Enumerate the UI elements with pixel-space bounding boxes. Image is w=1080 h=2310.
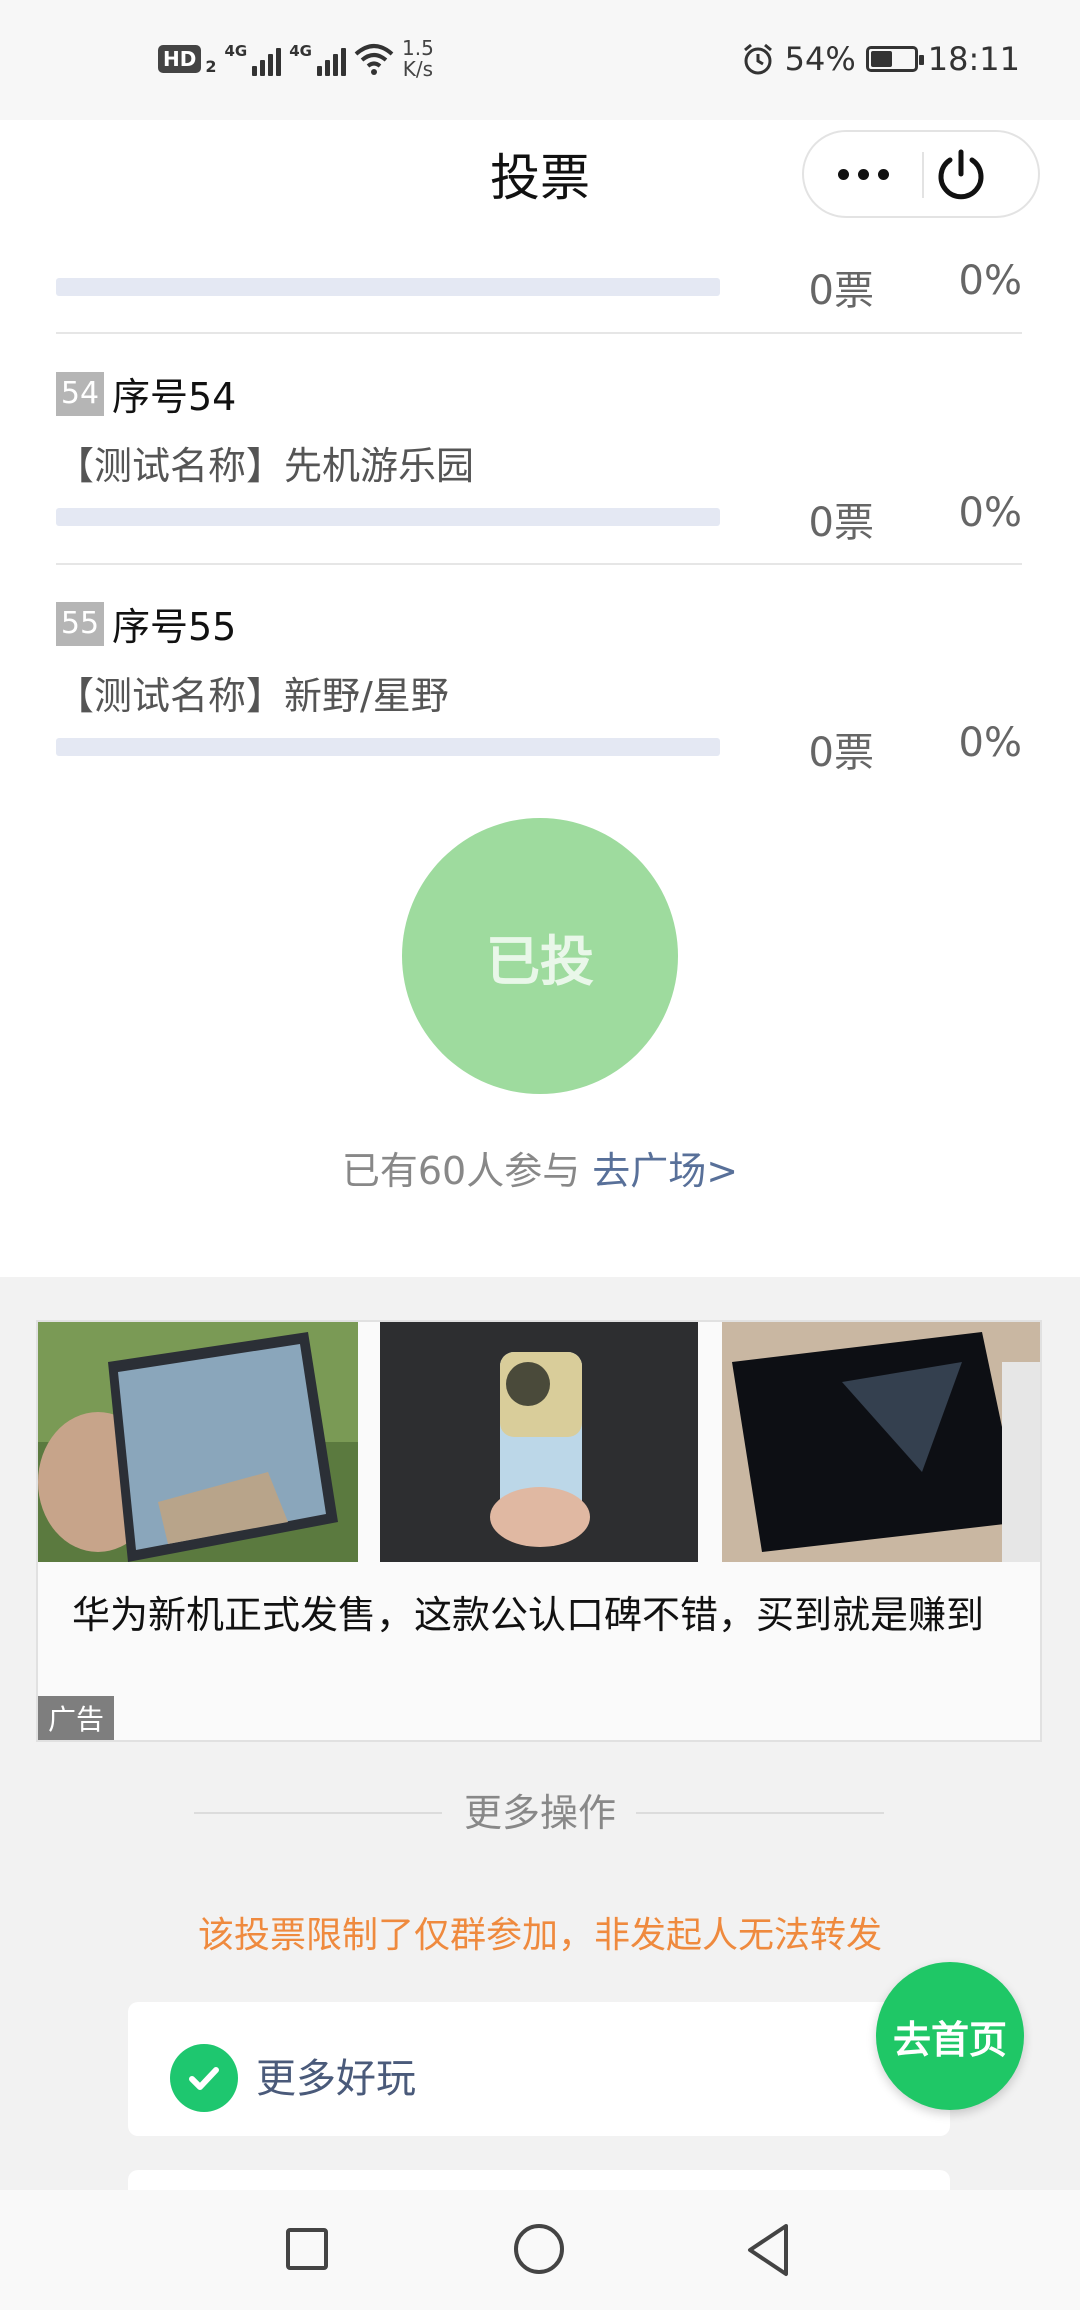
network-type-1: 4G (224, 42, 248, 60)
more-dot-icon (877, 168, 889, 180)
vote-percent: 0% (958, 720, 1022, 766)
item-title: 序号55 (112, 605, 237, 649)
ad-headline: 华为新机正式发售，这款公认口碑不错，买到就是赚到 (72, 1593, 985, 1637)
vote-progress-bar (56, 278, 720, 296)
signal-icon-1: 4G (224, 42, 282, 76)
wifi-icon (354, 44, 394, 75)
battery-fill (870, 51, 892, 67)
participants-count: 已有60人参与 (341, 1149, 593, 1193)
more-fun-button[interactable]: 更多好玩 (128, 2002, 950, 2136)
vote-count: 0票 (808, 730, 874, 776)
alarm-icon (743, 43, 772, 75)
item-name: 【测试名称】新野/星野 (56, 674, 449, 718)
divider-line-right (636, 1812, 884, 1814)
participants-line: 已有60人参与 去广场> (0, 1140, 1080, 1195)
more-operations-header: 更多操作 (0, 1782, 1080, 1837)
hd-sim-number: 2 (205, 56, 217, 76)
item-number-badge: 54 (56, 371, 104, 416)
speed-unit: K/s (402, 57, 434, 81)
status-bar: HD 2 4G 4G 1.5 K/s 54% 18:11 (0, 0, 1080, 120)
voted-button[interactable]: 已投 (402, 818, 678, 1094)
vote-item[interactable]: 54 序号54 【测试名称】先机游乐园 0票 0% (56, 366, 1022, 556)
battery-percent: 54% (784, 40, 856, 78)
vote-progress-bar (56, 508, 720, 526)
ad-tag: 广告 (38, 1696, 115, 1740)
divider-line-left (194, 1812, 442, 1814)
hd-indicator: HD (158, 45, 202, 73)
ad-image-1 (38, 1322, 358, 1562)
signal-icon-2: 4G (289, 42, 346, 76)
vote-count: 0票 (808, 500, 874, 546)
battery-icon (865, 46, 924, 72)
item-name: 【测试名称】先机游乐园 (56, 444, 475, 488)
status-right: 54% 18:11 (741, 40, 1020, 78)
go-square-link[interactable]: 去广场> (592, 1149, 738, 1193)
network-type-2: 4G (289, 42, 312, 60)
divider (56, 332, 1022, 334)
home-icon[interactable] (514, 2224, 564, 2274)
back-icon[interactable] (744, 2222, 792, 2278)
capsule-divider (922, 152, 924, 198)
ad-image-2 (380, 1322, 698, 1562)
nav-bar: 投票 (0, 120, 1080, 228)
item-number-badge: 55 (56, 601, 104, 646)
share-restriction-notice: 该投票限制了仅群参加，非发起人无法转发 (197, 1915, 882, 1956)
speed-value: 1.5 (401, 36, 434, 60)
vote-item-partial: 0票 0% (56, 228, 1022, 328)
divider (56, 563, 1022, 565)
miniprogram-capsule (802, 130, 1040, 218)
vote-count: 0票 (808, 268, 874, 314)
more-menu-button[interactable] (804, 132, 922, 216)
recent-apps-icon[interactable] (286, 2228, 328, 2270)
close-miniprogram-button[interactable] (932, 146, 990, 204)
more-fun-label: 更多好玩 (256, 2056, 416, 2102)
vote-percent: 0% (958, 490, 1022, 536)
status-left: HD 2 4G 4G 1.5 K/s (158, 38, 434, 80)
clock: 18:11 (927, 40, 1020, 78)
go-home-button[interactable]: 去首页 (876, 1962, 1024, 2110)
network-speed: 1.5 K/s (402, 38, 434, 80)
system-nav-bar (0, 2190, 1080, 2310)
more-dot-icon (837, 168, 849, 180)
vote-percent: 0% (958, 258, 1022, 304)
verified-badge-icon (170, 2044, 238, 2112)
ad-image-3 (722, 1322, 1040, 1562)
ad-card[interactable]: 广告 华为新机正式发售，这款公认口碑不错，买到就是赚到 (36, 1320, 1042, 1742)
vote-progress-bar (56, 738, 720, 756)
item-title: 序号54 (112, 375, 237, 419)
more-dot-icon (857, 168, 869, 180)
more-operations-title: 更多操作 (463, 1791, 616, 1835)
vote-item[interactable]: 55 序号55 【测试名称】新野/星野 0票 0% (56, 596, 1022, 786)
